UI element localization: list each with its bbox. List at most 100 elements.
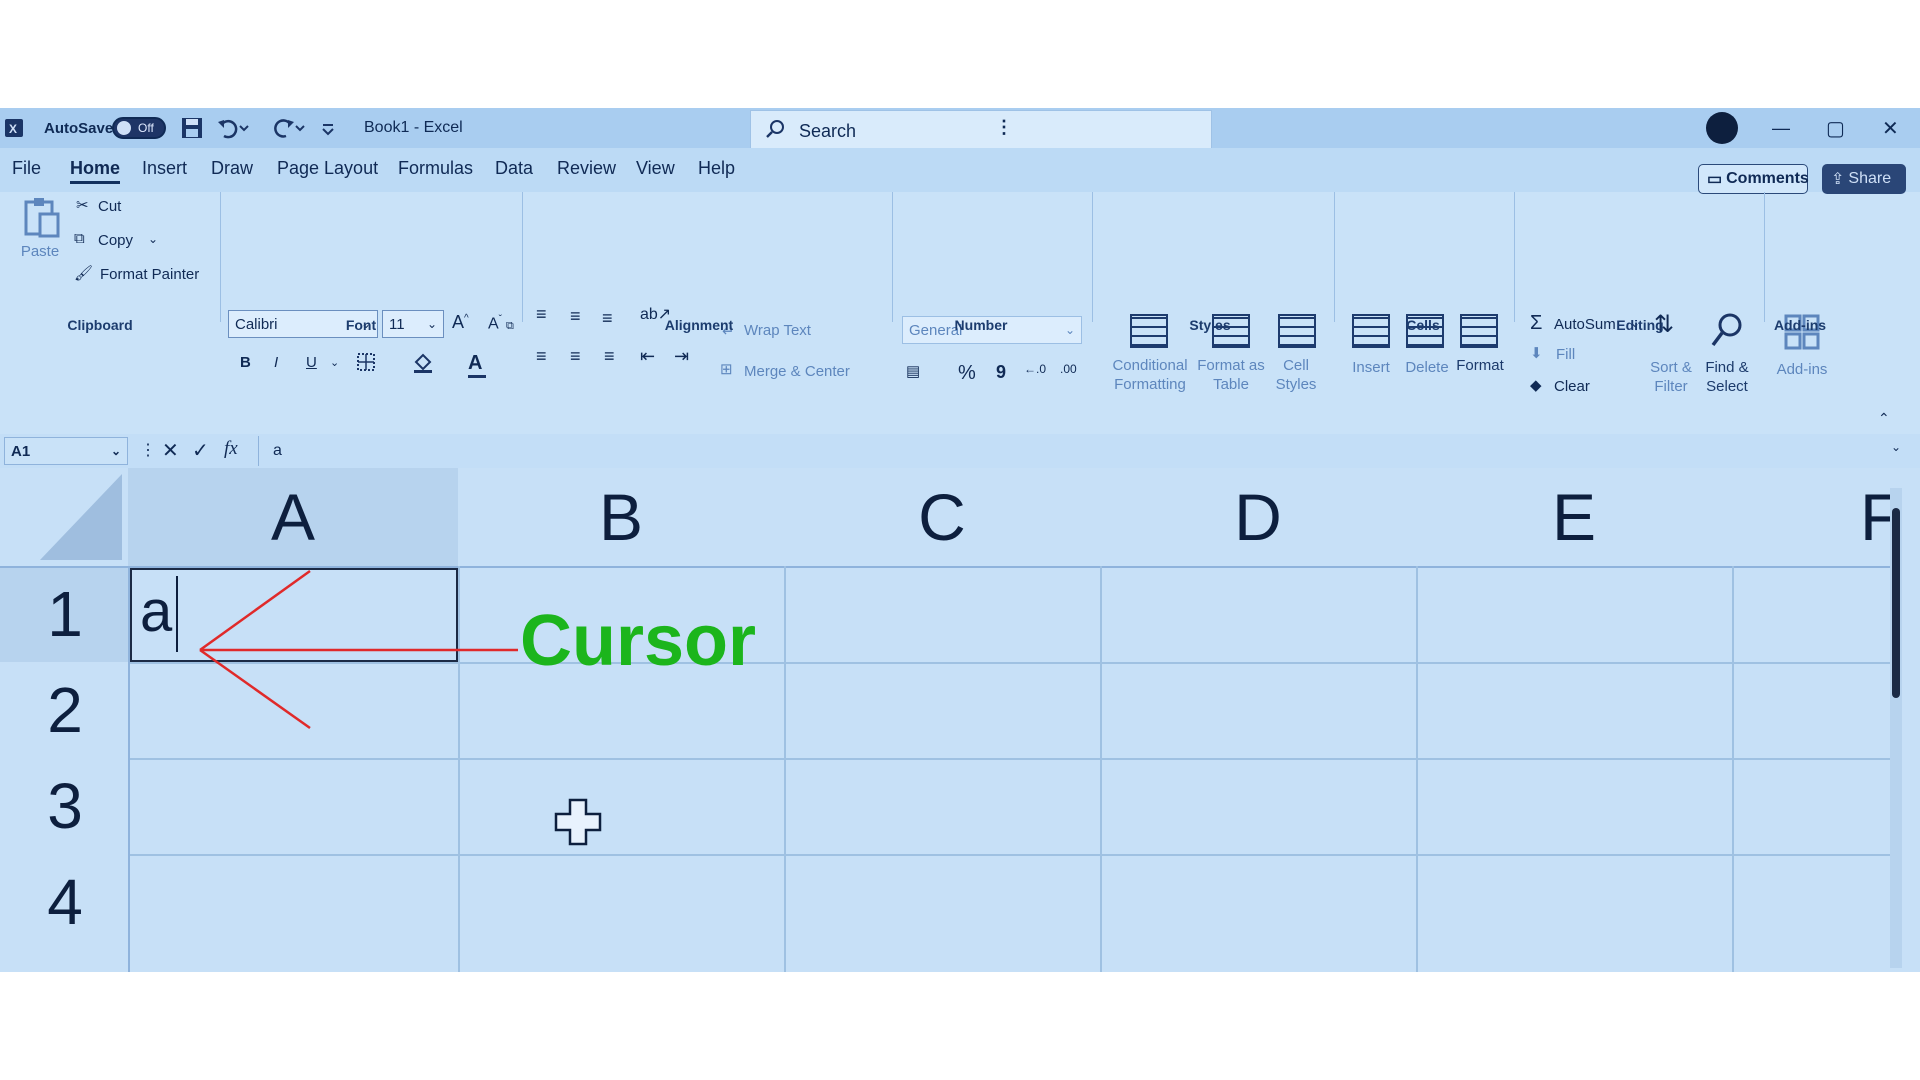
format-painter-button[interactable]: Format Painter: [100, 266, 199, 283]
insert-cells-icon[interactable]: [1352, 314, 1390, 348]
cut-button[interactable]: Cut: [98, 198, 121, 215]
tab-formulas[interactable]: Formulas: [398, 158, 473, 179]
font-dialog-launcher-icon[interactable]: ⧉: [506, 320, 514, 333]
clear-icon[interactable]: ◆: [1530, 376, 1542, 394]
row-header-2[interactable]: 2: [0, 662, 130, 758]
merge-center-icon[interactable]: ⊞: [720, 360, 733, 378]
insert-cells-button[interactable]: Insert: [1346, 358, 1396, 377]
cell-styles-icon[interactable]: [1278, 314, 1316, 348]
minimize-button[interactable]: —: [1772, 108, 1790, 148]
accounting-format-icon[interactable]: ▤: [906, 362, 920, 380]
tab-insert[interactable]: Insert: [142, 158, 187, 179]
share-button[interactable]: ⇪ Share: [1822, 164, 1906, 194]
top-align-icon[interactable]: ≡: [536, 304, 547, 325]
increase-decimal-icon[interactable]: ←.0: [1024, 362, 1046, 376]
autosum-button[interactable]: AutoSum: [1554, 316, 1616, 333]
close-button[interactable]: ✕: [1882, 108, 1899, 148]
row-header-1[interactable]: 1: [0, 566, 130, 662]
account-avatar[interactable]: [1706, 108, 1738, 148]
autosum-icon[interactable]: Σ: [1530, 312, 1542, 335]
insert-function-button[interactable]: fx: [224, 438, 238, 460]
clear-button[interactable]: Clear: [1554, 378, 1590, 395]
tab-page-layout[interactable]: Page Layout: [277, 158, 378, 179]
search-box[interactable]: Search ⋮: [750, 110, 1212, 152]
center-icon[interactable]: ≡: [570, 346, 581, 367]
column-header-d[interactable]: D: [1100, 468, 1416, 566]
cell-styles-button[interactable]: Cell Styles: [1268, 356, 1324, 394]
underline-button[interactable]: U: [306, 354, 317, 371]
percent-button[interactable]: %: [958, 362, 976, 385]
paste-button[interactable]: Paste: [18, 242, 62, 261]
fill-button[interactable]: Fill: [1556, 346, 1575, 363]
more-options-icon[interactable]: ⋮: [995, 117, 1013, 138]
scrollbar-thumb[interactable]: [1892, 508, 1900, 698]
format-as-table-button[interactable]: Format as Table: [1192, 356, 1270, 394]
formula-bar-handle-icon[interactable]: ⋮: [140, 440, 156, 460]
tab-view[interactable]: View: [636, 158, 675, 179]
decrease-indent-icon[interactable]: ⇤: [640, 346, 655, 367]
tab-draw[interactable]: Draw: [211, 158, 253, 179]
select-all-corner[interactable]: [0, 468, 128, 566]
wrap-text-button[interactable]: Wrap Text: [744, 322, 811, 339]
copy-dropdown-icon[interactable]: ⌄: [148, 232, 158, 246]
format-cells-button[interactable]: Format: [1450, 356, 1510, 375]
add-ins-button[interactable]: Add-ins: [1770, 360, 1834, 379]
fill-icon[interactable]: ⬇: [1530, 344, 1543, 362]
tab-review[interactable]: Review: [557, 158, 616, 179]
find-select-button[interactable]: Find & Select: [1694, 358, 1760, 396]
column-header-e[interactable]: E: [1416, 468, 1732, 566]
formula-input[interactable]: a ⌄: [258, 436, 1913, 466]
bottom-align-icon[interactable]: ≡: [602, 308, 613, 329]
number-group-label: Number: [954, 317, 1008, 333]
column-header-c[interactable]: C: [784, 468, 1100, 566]
vertical-scrollbar[interactable]: [1890, 488, 1902, 968]
fill-color-icon[interactable]: [412, 352, 434, 378]
decrease-decimal-icon[interactable]: .00: [1060, 362, 1077, 376]
cut-icon[interactable]: ✂: [76, 196, 89, 214]
copy-icon[interactable]: ⧉: [74, 230, 85, 247]
align-right-icon[interactable]: ≡: [604, 346, 615, 367]
cancel-entry-icon[interactable]: ✕: [162, 438, 179, 463]
format-cells-icon[interactable]: [1460, 314, 1498, 348]
find-select-icon[interactable]: [1710, 312, 1744, 355]
middle-align-icon[interactable]: ≡: [570, 306, 581, 327]
row-header-3[interactable]: 3: [0, 758, 130, 854]
increase-font-icon[interactable]: A^: [452, 312, 469, 333]
font-color-icon[interactable]: A: [468, 352, 486, 378]
underline-dropdown-icon[interactable]: ⌄: [330, 356, 339, 369]
format-painter-icon[interactable]: 🖌: [74, 264, 93, 282]
bold-button[interactable]: B: [240, 354, 251, 371]
restore-button[interactable]: ▢: [1826, 108, 1845, 148]
tab-help[interactable]: Help: [698, 158, 735, 179]
column-header-b[interactable]: B: [458, 468, 784, 566]
align-left-icon[interactable]: ≡: [536, 346, 547, 367]
tab-file[interactable]: File: [12, 158, 41, 179]
name-box[interactable]: A1 ⌄: [4, 437, 128, 465]
row-header-4[interactable]: 4: [0, 854, 130, 950]
column-header-f[interactable]: F: [1860, 468, 1890, 566]
confirm-entry-icon[interactable]: ✓: [192, 438, 209, 463]
increase-indent-icon[interactable]: ⇥: [674, 346, 689, 367]
font-size-dropdown[interactable]: 11 ⌄: [382, 310, 444, 338]
redo-icon[interactable]: [266, 108, 306, 148]
paste-icon[interactable]: [22, 196, 62, 243]
comma-button[interactable]: 9: [996, 362, 1006, 383]
decrease-font-icon[interactable]: Aˇ: [488, 314, 502, 333]
customize-qat-icon[interactable]: [320, 108, 336, 148]
tab-data[interactable]: Data: [495, 158, 533, 179]
italic-button[interactable]: I: [274, 354, 278, 371]
comments-button[interactable]: ▭ Comments: [1698, 164, 1809, 194]
delete-cells-button[interactable]: Delete: [1400, 358, 1454, 377]
save-icon[interactable]: [180, 108, 204, 148]
conditional-formatting-icon[interactable]: [1130, 314, 1168, 348]
column-header-a[interactable]: A: [128, 468, 458, 566]
merge-center-button[interactable]: Merge & Center: [744, 363, 850, 380]
collapse-ribbon-icon[interactable]: ⌃: [1878, 410, 1890, 427]
tab-home[interactable]: Home: [70, 158, 121, 184]
conditional-formatting-button[interactable]: Conditional Formatting: [1100, 356, 1200, 394]
undo-icon[interactable]: [216, 108, 250, 148]
copy-button[interactable]: Copy: [98, 232, 133, 249]
font-group-label: Font: [345, 317, 377, 333]
borders-icon[interactable]: [356, 352, 376, 376]
autosave-toggle[interactable]: Off: [112, 117, 166, 139]
